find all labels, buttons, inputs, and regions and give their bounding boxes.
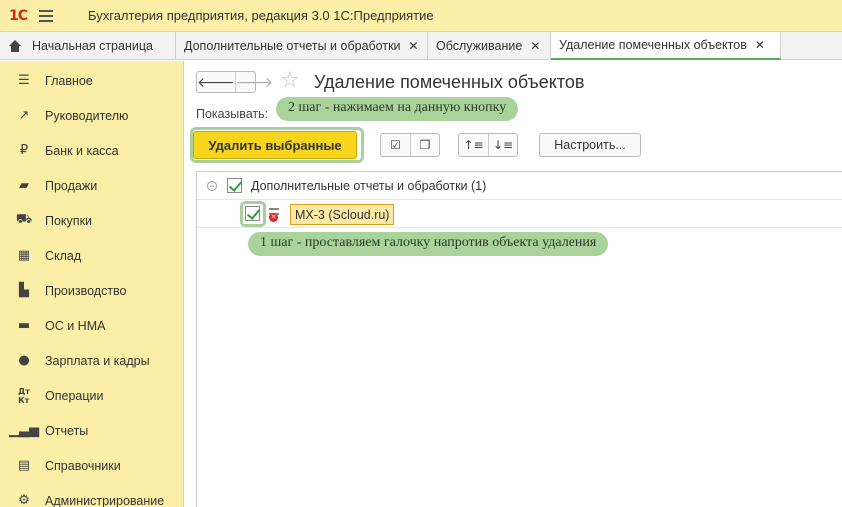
back-arrow-icon[interactable]: 🡐 xyxy=(197,72,235,92)
sidebar-item-production[interactable]: ▙ Производство xyxy=(0,273,183,308)
factory-icon: ▙ xyxy=(19,283,29,298)
forward-arrow-icon[interactable]: 🡒 xyxy=(234,72,273,92)
page-title: Удаление помеченных объектов xyxy=(314,72,585,92)
home-icon xyxy=(8,40,22,52)
sort-tools: ↑≡ ↓≡ xyxy=(458,133,518,157)
favorite-star-icon[interactable]: ☆ xyxy=(280,69,300,93)
check-tools: ☑ ❐ xyxy=(380,133,440,157)
tab-additional-reports[interactable]: Дополнительные отчеты и обработки ✕ xyxy=(176,32,428,60)
collapse-icon[interactable]: − xyxy=(207,180,217,191)
sidebar: ☰ Главное ↗ Руководителю ₽ Банк и касса ▰ Пр… xyxy=(0,61,184,507)
sidebar-item-admin[interactable]: ⚙ Администрирование xyxy=(0,483,183,507)
object-label[interactable]: МХ-3 (Scloud.ru) xyxy=(290,204,395,225)
bag-icon: ▰ xyxy=(19,178,29,193)
close-icon[interactable]: ✕ xyxy=(409,39,419,53)
group-checkbox[interactable] xyxy=(227,178,242,193)
trend-icon: ↗ xyxy=(18,108,30,123)
tab-maintenance[interactable]: Обслуживание ✕ xyxy=(428,32,551,60)
show-label: Показывать: xyxy=(196,107,269,121)
item-checkbox[interactable] xyxy=(245,206,260,221)
main-panel: 🡐 🡒 ☆ Удаление помеченных объектов Показ… xyxy=(185,61,842,507)
book-icon: ▤ xyxy=(17,458,31,473)
objects-tree: − Дополнительные отчеты и обработки (1) … xyxy=(196,171,842,507)
sidebar-item-manager[interactable]: ↗ Руководителю xyxy=(0,98,183,133)
close-icon[interactable]: ✕ xyxy=(755,38,765,52)
sidebar-item-main[interactable]: ☰ Главное xyxy=(0,63,183,98)
uncheck-all-icon[interactable]: ❐ xyxy=(410,134,439,156)
1c-logo[interactable]: 1С xyxy=(0,0,36,32)
setup-button[interactable]: Настроить... xyxy=(539,133,641,157)
tree-item-row[interactable]: ✕ МХ-3 (Scloud.ru) xyxy=(197,200,842,228)
tree-group-row[interactable]: − Дополнительные отчеты и обработки (1) xyxy=(197,172,842,200)
menu-icon[interactable] xyxy=(36,0,62,32)
warehouse-icon: ▦ xyxy=(17,248,31,263)
sidebar-item-salary[interactable]: ● Зарплата и кадры xyxy=(0,343,183,378)
sidebar-item-bank[interactable]: ₽ Банк и касса xyxy=(0,133,183,168)
marked-for-deletion-icon: ✕ xyxy=(269,208,281,222)
tab-delete-marked[interactable]: Удаление помеченных объектов ✕ xyxy=(551,32,781,60)
group-label: Дополнительные отчеты и обработки (1) xyxy=(251,178,487,193)
sidebar-item-reports[interactable]: ▁▃▅ Отчеты xyxy=(0,413,183,448)
close-icon[interactable]: ✕ xyxy=(530,39,540,53)
person-icon: ● xyxy=(18,353,30,368)
sort-asc-icon[interactable]: ↑≡ xyxy=(459,134,488,156)
list-icon: ☰ xyxy=(18,73,30,88)
title-bar: 1С Бухгалтерия предприятия, редакция 3.0… xyxy=(0,0,842,32)
sort-desc-icon[interactable]: ↓≡ xyxy=(488,134,517,156)
sidebar-item-purchases[interactable]: ⛟ Покупки xyxy=(0,203,183,238)
delete-selected-button[interactable]: Удалить выбранные xyxy=(193,131,357,159)
tab-home[interactable]: Начальная страница xyxy=(0,32,176,60)
cart-icon: ⛟ xyxy=(15,212,33,227)
sidebar-item-operations[interactable]: Дт Кт Операции xyxy=(0,378,183,413)
hint-step-2: 2 шаг - нажимаем на данную кнопку xyxy=(276,97,519,121)
sidebar-item-directories[interactable]: ▤ Справочники xyxy=(0,448,183,483)
sidebar-item-assets[interactable]: ▬ ОС и НМА xyxy=(0,308,183,343)
tab-bar: Начальная страница Дополнительные отчеты… xyxy=(0,32,842,60)
check-all-icon[interactable]: ☑ xyxy=(381,134,410,156)
hint-step-1: 1 шаг - проставляем галочку напротив объ… xyxy=(248,232,609,256)
truck-icon: ▬ xyxy=(17,318,31,333)
dt-kt-icon: Дт Кт xyxy=(18,386,30,405)
gear-icon: ⚙ xyxy=(18,493,30,507)
sidebar-item-sales[interactable]: ▰ Продажи xyxy=(0,168,183,203)
ruble-icon: ₽ xyxy=(19,143,29,158)
sidebar-item-warehouse[interactable]: ▦ Склад xyxy=(0,238,183,273)
chart-icon: ▁▃▅ xyxy=(9,423,39,438)
nav-buttons: 🡐 🡒 xyxy=(196,71,273,93)
app-title: Бухгалтерия предприятия, редакция 3.0 1С… xyxy=(88,8,434,23)
